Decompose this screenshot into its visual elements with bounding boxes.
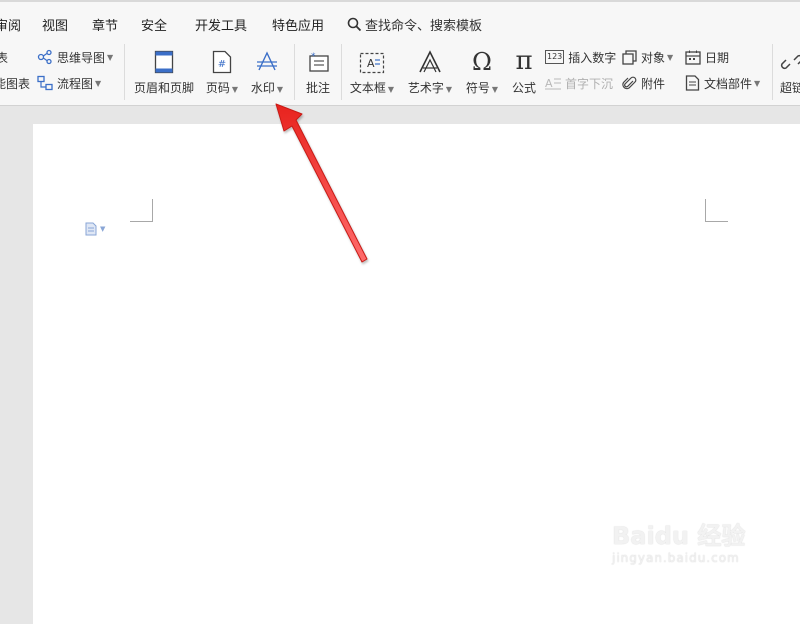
- drop-cap-label: 首字下沉: [565, 76, 614, 91]
- menu-chapter[interactable]: 章节: [92, 15, 118, 34]
- menu-featured-apps[interactable]: 特色应用: [272, 15, 324, 34]
- header-footer-icon: [154, 46, 174, 74]
- svg-text:A: A: [545, 77, 553, 90]
- watermark-button[interactable]: 水印 ▼: [249, 44, 285, 100]
- command-search[interactable]: 查找命令、搜索模板: [347, 15, 482, 34]
- hyperlink-button[interactable]: 超链: [780, 44, 800, 100]
- menu-view[interactable]: 视图: [42, 15, 68, 34]
- formula-button[interactable]: π 公式: [508, 44, 540, 100]
- attachment-button[interactable]: 附件: [622, 74, 665, 92]
- comment-label: 批注: [305, 81, 330, 95]
- mindmap-label: 思维导图: [57, 50, 106, 65]
- insert-ribbon: 表 能图表 思维导图 ▼ 流程图 ▼ 页眉和页脚 # 页码 ▼ 水印 ▼ * 批…: [0, 44, 800, 106]
- comment-icon: *: [306, 46, 330, 74]
- smart-chart-partial-button[interactable]: 能图表: [0, 74, 30, 92]
- page-number-button[interactable]: # 页码 ▼: [203, 44, 241, 100]
- ribbon-divider: [772, 44, 773, 100]
- symbol-button[interactable]: Ω 符号 ▼: [464, 44, 500, 100]
- svg-text:A: A: [367, 57, 375, 70]
- attachment-label: 附件: [641, 76, 666, 91]
- margin-corner-top-left: [130, 199, 153, 222]
- page-number-icon: #: [212, 46, 232, 74]
- insert-number-label: 插入数字: [568, 50, 617, 65]
- table-partial-button[interactable]: 表: [0, 48, 8, 66]
- chevron-down-icon: ▼: [667, 52, 674, 62]
- menu-security[interactable]: 安全: [141, 15, 167, 34]
- margin-corner-top-right: [705, 199, 728, 222]
- paperclip-icon: [622, 76, 637, 91]
- number-box-icon: 123: [545, 50, 565, 64]
- omega-icon: Ω: [472, 48, 492, 76]
- ribbon-divider: [294, 44, 295, 100]
- flowchart-button[interactable]: 流程图 ▼: [37, 74, 101, 92]
- symbol-label: 符号: [465, 81, 490, 95]
- drop-cap-icon: A: [545, 76, 561, 90]
- menu-review[interactable]: 审阅: [0, 15, 21, 34]
- ribbon-divider: [124, 44, 125, 100]
- pi-icon: π: [515, 46, 533, 76]
- textbox-icon: A: [359, 46, 385, 74]
- chevron-down-icon: ▼: [754, 78, 761, 88]
- header-footer-label: 页眉和页脚: [133, 81, 194, 95]
- chevron-down-icon: ▼: [107, 52, 114, 62]
- header-footer-button[interactable]: 页眉和页脚: [133, 44, 195, 100]
- chevron-down-icon: ▼: [100, 225, 106, 233]
- chevron-down-icon: ▼: [445, 85, 453, 94]
- ribbon-divider: [341, 44, 342, 100]
- menu-developer-tools[interactable]: 开发工具: [195, 15, 247, 34]
- wordart-button[interactable]: 艺术字 ▼: [405, 44, 455, 100]
- chevron-down-icon: ▼: [231, 85, 239, 94]
- object-label: 对象: [641, 50, 666, 65]
- insert-number-button[interactable]: 123 插入数字: [545, 48, 616, 66]
- mindmap-button[interactable]: 思维导图 ▼: [37, 48, 113, 66]
- document-parts-icon: [685, 75, 700, 91]
- drop-cap-button[interactable]: A 首字下沉: [545, 74, 613, 92]
- watermark-icon: [255, 46, 279, 74]
- wordart-label: 艺术字: [407, 81, 444, 95]
- watermark-logo: Baidu 经验: [612, 522, 746, 550]
- search-icon: [347, 17, 362, 32]
- document-icon: [85, 222, 97, 236]
- menu-bar: 审阅 视图 章节 安全 开发工具 特色应用 查找命令、搜索模板: [0, 0, 800, 44]
- page-number-label: 页码: [205, 81, 230, 95]
- chevron-down-icon: ▼: [276, 85, 284, 94]
- watermark-url: jingyan.baidu.com: [612, 551, 740, 565]
- comment-button[interactable]: * 批注: [301, 44, 335, 100]
- chevron-down-icon: ▼: [491, 85, 499, 94]
- date-button[interactable]: 日期: [685, 48, 729, 66]
- wordart-icon: [418, 46, 442, 74]
- object-button[interactable]: 对象 ▼: [622, 48, 673, 66]
- chevron-down-icon: ▼: [95, 78, 102, 88]
- hyperlink-label: 超链: [780, 81, 800, 95]
- table-partial-label: 表: [0, 50, 9, 65]
- textbox-button[interactable]: A 文本框 ▼: [347, 44, 397, 100]
- svg-text:*: *: [311, 52, 316, 62]
- watermark-label: 水印: [250, 81, 275, 95]
- svg-text:#: #: [218, 59, 226, 70]
- smart-chart-partial-label: 能图表: [0, 76, 31, 91]
- document-parts-button[interactable]: 文档部件 ▼: [685, 74, 760, 92]
- flowchart-icon: [37, 75, 53, 91]
- command-search-label: 查找命令、搜索模板: [365, 19, 483, 34]
- textbox-label: 文本框: [349, 81, 386, 95]
- paragraph-layout-button[interactable]: ▼: [85, 222, 105, 236]
- chevron-down-icon: ▼: [387, 85, 395, 94]
- date-label: 日期: [705, 50, 730, 65]
- baidu-jingyan-watermark: Baidu 经验 jingyan.baidu.com: [612, 516, 745, 565]
- calendar-icon: [685, 50, 701, 65]
- formula-label: 公式: [511, 81, 536, 95]
- flowchart-label: 流程图: [57, 76, 94, 91]
- link-icon: [780, 46, 800, 74]
- mindmap-icon: [37, 49, 53, 65]
- document-parts-label: 文档部件: [704, 76, 753, 91]
- object-icon: [622, 49, 637, 65]
